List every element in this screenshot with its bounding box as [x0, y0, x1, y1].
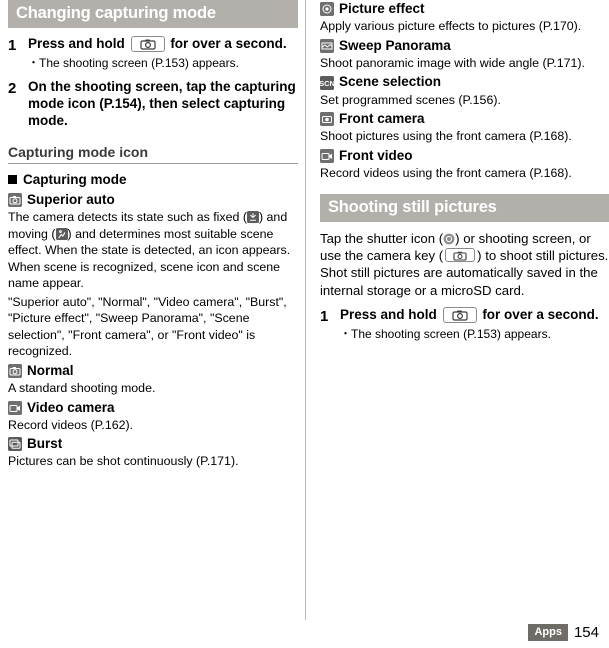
mode-video-camera-label: Video camera [27, 399, 115, 415]
mode-video-camera-body: Record videos (P.162). [8, 417, 134, 432]
burst-icon [8, 437, 22, 452]
mode-superior-auto-body: The camera detects its state such as fix… [8, 210, 291, 291]
shooting-step-1-bullet-text: The shooting screen (P.153) appears. [351, 327, 551, 342]
mode-sweep-panorama: Sweep Panorama [320, 37, 609, 55]
camera-key-icon-2 [445, 248, 476, 263]
mode-scene-selection-label: Scene selection [339, 74, 442, 90]
section-header-changing-capturing-mode: Changing capturing mode [8, 0, 298, 28]
front-video-icon [320, 148, 334, 163]
mode-burst-label: Burst [27, 436, 63, 452]
moving-state-icon [55, 227, 68, 240]
shutter-icon [443, 232, 455, 244]
recognized-modes-paragraph: "Superior auto", "Normal", "Video camera… [8, 294, 287, 359]
mode-normal-body: A standard shooting mode. [8, 381, 156, 396]
subheading-capturing-mode-icon: Capturing mode icon [8, 144, 298, 165]
mode-picture-effect: Picture effect [320, 0, 609, 18]
step-2: 2 On the shooting screen, tap the captur… [8, 79, 298, 130]
mode-picture-effect-body: Apply various picture effects to picture… [320, 19, 582, 34]
bullet-dot-2: ・ [340, 328, 351, 341]
shooting-step-1-title-post: for over a second. [482, 307, 599, 323]
step-1-bullet: ・ The shooting screen (P.153) appears. [28, 56, 298, 72]
svg-text:SCN: SCN [320, 79, 334, 88]
mode-sweep-panorama-label: Sweep Panorama [339, 37, 451, 53]
step-1-title: Press and hold for over a second. [28, 36, 298, 53]
mode-scene-selection: SCN Scene selection [320, 73, 609, 91]
step-2-number: 2 [8, 80, 17, 98]
mode-normal-label: Normal [27, 362, 74, 378]
mode-front-video: Front video [320, 147, 609, 165]
block-heading-label: Capturing mode [23, 172, 127, 188]
superior-auto-icon [8, 193, 22, 208]
right-column: Picture effect Apply various picture eff… [320, 0, 609, 345]
mode-front-camera-body: Shoot pictures using the front camera (P… [320, 129, 572, 144]
normal-icon [8, 363, 22, 378]
mode-superior-auto: Superior auto [8, 191, 298, 209]
step-1: 1 Press and hold for over a second. ・ Th… [8, 36, 298, 71]
picture-effect-icon [320, 2, 334, 17]
mode-front-camera: Front camera [320, 110, 609, 128]
page-footer: Apps 154 [528, 624, 599, 642]
mode-burst-body: Pictures can be shot continuously (P.171… [8, 454, 239, 469]
manual-page: Changing capturing mode 1 Press and hold… [0, 0, 609, 648]
sweep-panorama-icon [320, 38, 334, 53]
block-heading-capturing-mode: Capturing mode [8, 172, 298, 187]
shooting-step-1-number: 1 [320, 308, 329, 326]
section-header-shooting-still-pictures: Shooting still pictures [320, 193, 609, 222]
mode-sweep-panorama-body: Shoot panoramic image with wide angle (P… [320, 55, 585, 70]
camera-key-icon-3 [442, 307, 477, 324]
scene-selection-icon: SCN [320, 75, 334, 90]
camera-key-icon [130, 36, 165, 52]
mode-video-camera: Video camera [8, 399, 298, 417]
fixed-state-icon [246, 211, 259, 224]
shooting-step-1-title: Press and hold for over a second. [340, 307, 609, 324]
mode-front-video-label: Front video [339, 147, 413, 163]
mode-burst: Burst [8, 435, 298, 453]
mode-normal: Normal [8, 362, 298, 380]
square-marker-icon [8, 175, 17, 185]
left-column: Changing capturing mode 1 Press and hold… [8, 0, 298, 472]
footer-page-number: 154 [573, 624, 599, 642]
front-camera-icon [320, 112, 334, 127]
mode-picture-effect-label: Picture effect [339, 1, 425, 16]
shooting-intro-paragraph: Tap the shutter icon ( ) or shooting scr… [320, 230, 609, 300]
step-1-bullet-text: The shooting screen (P.153) appears. [39, 55, 239, 70]
video-camera-icon [8, 400, 22, 415]
bullet-dot: ・ [28, 56, 39, 69]
mode-front-video-body: Record videos using the front camera (P.… [320, 166, 572, 181]
mode-superior-auto-label: Superior auto [27, 192, 115, 208]
shooting-step-1: 1 Press and hold for over a second. ・ Th… [320, 307, 609, 342]
footer-section-tab: Apps [528, 624, 568, 642]
shooting-step-1-bullet: ・ The shooting screen (P.153) appears. [340, 327, 609, 343]
step-1-title-pre: Press and hold [28, 36, 125, 51]
column-divider [305, 0, 306, 620]
shooting-intro-part1: Tap the shutter icon ( [320, 230, 444, 246]
step-1-number: 1 [8, 37, 17, 54]
mode-front-camera-label: Front camera [339, 111, 425, 127]
step-2-title: On the shooting screen, tap the capturin… [28, 79, 296, 129]
shooting-step-1-title-pre: Press and hold [340, 307, 437, 323]
mode-scene-selection-body: Set programmed scenes (P.156). [320, 92, 501, 107]
step-1-title-post: for over a second. [170, 36, 287, 51]
